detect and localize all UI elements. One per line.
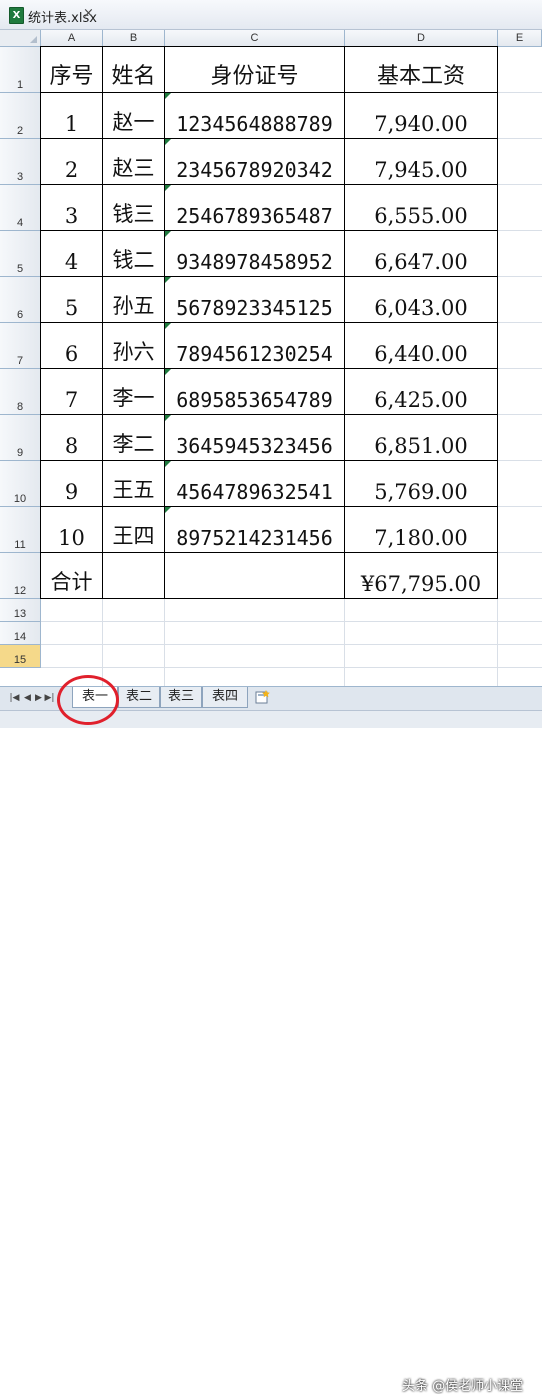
cell-salary[interactable]: 5,769.00 (345, 461, 497, 506)
watermark-text: 头条 @侯老师小课堂 (402, 1379, 524, 1394)
text-number-warning-icon (165, 415, 171, 421)
cell-name[interactable]: 王五 (103, 461, 164, 506)
header-cell-no[interactable]: 序号 (41, 47, 102, 92)
cell-name[interactable]: 王四 (103, 507, 164, 552)
row-header-10[interactable]: 10 (0, 461, 41, 507)
column-header-d[interactable]: D (345, 30, 498, 47)
gridline-horizontal (41, 644, 542, 645)
row-header-15[interactable]: 15 (0, 645, 41, 668)
gridline-horizontal (41, 621, 542, 622)
row-header-12[interactable]: 12 (0, 553, 41, 599)
text-number-warning-icon (165, 323, 171, 329)
excel-file-icon: X (9, 7, 24, 24)
cell-salary[interactable]: 7,945.00 (345, 139, 497, 184)
cell-id[interactable]: 9348978458952 (165, 231, 344, 276)
cell-salary[interactable]: 7,180.00 (345, 507, 497, 552)
cell-name[interactable]: 钱三 (103, 185, 164, 230)
cell-no[interactable]: 5 (41, 277, 102, 322)
cell-id[interactable]: 3645945323456 (165, 415, 344, 460)
cell-id[interactable]: 2546789365487 (165, 185, 344, 230)
cell-id[interactable]: 8975214231456 (165, 507, 344, 552)
row-header-14[interactable]: 14 (0, 622, 41, 645)
cell-no[interactable]: 8 (41, 415, 102, 460)
row-header-2[interactable]: 2 (0, 93, 41, 139)
header-cell-salary[interactable]: 基本工资 (345, 47, 497, 92)
cell-salary[interactable]: 6,647.00 (345, 231, 497, 276)
cell-no[interactable]: 7 (41, 369, 102, 414)
cell-id[interactable]: 5678923345125 (165, 277, 344, 322)
text-number-warning-icon (165, 277, 171, 283)
select-all-corner[interactable] (0, 30, 41, 47)
cell-salary[interactable]: 6,555.00 (345, 185, 497, 230)
column-header-c[interactable]: C (165, 30, 345, 47)
cell-name[interactable]: 赵一 (103, 93, 164, 138)
title-bar: X 统计表.xlsx × (0, 0, 542, 30)
last-sheet-icon[interactable]: ▶| (44, 691, 55, 705)
cell-id[interactable]: 2345678920342 (165, 139, 344, 184)
cell-no[interactable]: 2 (41, 139, 102, 184)
text-number-warning-icon (165, 93, 171, 99)
text-number-warning-icon (165, 461, 171, 467)
cell-id[interactable]: 7894561230254 (165, 323, 344, 368)
row-header-4[interactable]: 4 (0, 185, 41, 231)
cell-total-label[interactable]: 合计 (41, 553, 102, 598)
cell-salary[interactable]: 6,440.00 (345, 323, 497, 368)
column-header-b[interactable]: B (103, 30, 165, 47)
gridline-horizontal (41, 667, 542, 668)
table-border-horizontal (40, 598, 498, 599)
cell-no[interactable]: 3 (41, 185, 102, 230)
next-sheet-icon[interactable]: ▶ (33, 691, 44, 705)
cell-no[interactable]: 6 (41, 323, 102, 368)
insert-sheet-icon[interactable] (254, 689, 272, 705)
row-header-11[interactable]: 11 (0, 507, 41, 553)
text-number-warning-icon (165, 185, 171, 191)
text-number-warning-icon (165, 369, 171, 375)
row-header-6[interactable]: 6 (0, 277, 41, 323)
cell-name[interactable]: 钱二 (103, 231, 164, 276)
cell-total-value[interactable]: ¥67,795.00 (345, 553, 497, 598)
cell-name[interactable]: 孙五 (103, 277, 164, 322)
first-sheet-icon[interactable]: |◀ (9, 691, 20, 705)
cell-salary[interactable]: 6,425.00 (345, 369, 497, 414)
annotation-circle (57, 675, 119, 725)
cell-no[interactable]: 4 (41, 231, 102, 276)
cell-name[interactable]: 李二 (103, 415, 164, 460)
close-tab-icon[interactable]: × (83, 6, 94, 21)
cell-id[interactable]: 1234564888789 (165, 93, 344, 138)
cell-salary[interactable]: 6,851.00 (345, 415, 497, 460)
cell-no[interactable]: 10 (41, 507, 102, 552)
text-number-warning-icon (165, 139, 171, 145)
spreadsheet-grid[interactable]: A B C D E 1 2 3 4 5 6 7 8 9 10 11 12 13 14 15 序号 姓名 身份证号 基本工资 1 赵… (0, 30, 542, 686)
row-header-9[interactable]: 9 (0, 415, 41, 461)
sheet-tab-2[interactable]: 表二 (118, 687, 160, 708)
cell-no[interactable]: 9 (41, 461, 102, 506)
text-number-warning-icon (165, 231, 171, 237)
row-header-3[interactable]: 3 (0, 139, 41, 185)
row-header-1[interactable]: 1 (0, 47, 41, 93)
cell-id[interactable]: 6895853654789 (165, 369, 344, 414)
cell-salary[interactable]: 7,940.00 (345, 93, 497, 138)
prev-sheet-icon[interactable]: ◀ (22, 691, 33, 705)
header-cell-id[interactable]: 身份证号 (165, 47, 344, 92)
row-header-5[interactable]: 5 (0, 231, 41, 277)
column-header-a[interactable]: A (41, 30, 103, 47)
row-header-7[interactable]: 7 (0, 323, 41, 369)
cell-name[interactable]: 孙六 (103, 323, 164, 368)
sheet-tab-4[interactable]: 表四 (202, 687, 248, 708)
cell-name[interactable]: 李一 (103, 369, 164, 414)
row-header-13[interactable]: 13 (0, 599, 41, 622)
header-cell-name[interactable]: 姓名 (103, 47, 164, 92)
table-border-vertical (497, 47, 498, 599)
row-header-8[interactable]: 8 (0, 369, 41, 415)
cell-salary[interactable]: 6,043.00 (345, 277, 497, 322)
sheet-tab-3[interactable]: 表三 (160, 687, 202, 708)
cell-name[interactable]: 赵三 (103, 139, 164, 184)
cell-no[interactable]: 1 (41, 93, 102, 138)
column-header-e[interactable]: E (498, 30, 542, 47)
cell-id[interactable]: 4564789632541 (165, 461, 344, 506)
text-number-warning-icon (165, 507, 171, 513)
